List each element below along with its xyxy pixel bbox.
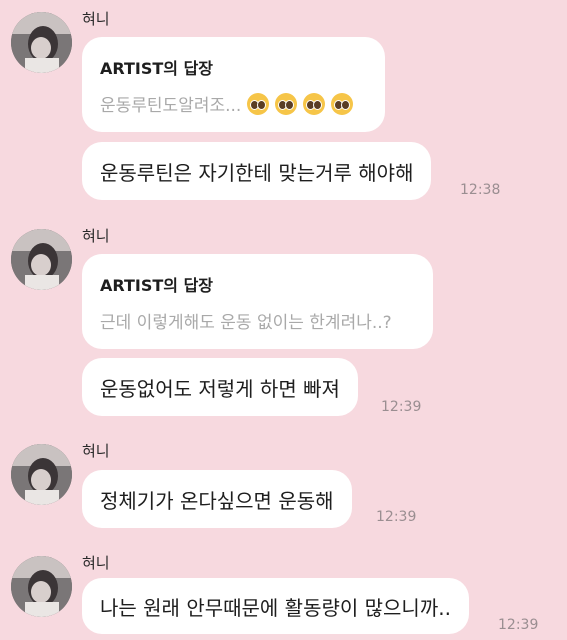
message-text: 정체기가 온다싶으면 운동해 <box>100 488 334 513</box>
reply-quote: 운동루틴도알려조... <box>100 91 367 116</box>
message-bubble[interactable]: 운동없어도 저렇게 하면 빠져 <box>82 358 358 416</box>
message-text: 운동루틴은 자기한테 맞는거루 해야해 <box>100 160 414 185</box>
pleading-face-emoji-icon <box>331 92 354 115</box>
sender-name: 혀니 <box>82 227 110 245</box>
profile-photo-icon <box>11 12 72 73</box>
message-bubble[interactable]: 정체기가 온다싶으면 운동해 <box>82 470 352 528</box>
avatar[interactable] <box>11 556 72 617</box>
pleading-face-emoji-icon <box>275 92 298 115</box>
message-text: 운동없어도 저렇게 하면 빠져 <box>100 376 340 401</box>
message-bubble[interactable]: 나는 원래 안무때문에 활동량이 많으니까.. <box>82 578 469 634</box>
reply-bubble[interactable]: ARTIST의 답장 근데 이렇게해도 운동 없이는 한계려나..? <box>82 254 433 349</box>
reply-title: ARTIST의 답장 <box>100 59 214 78</box>
sender-name: 혀니 <box>82 554 110 572</box>
message-timestamp: 12:38 <box>460 182 501 198</box>
profile-photo-icon <box>11 556 72 617</box>
avatar[interactable] <box>11 229 72 290</box>
reply-bubble[interactable]: ARTIST의 답장 운동루틴도알려조... <box>82 37 385 132</box>
sender-name: 혀니 <box>82 442 110 460</box>
pleading-face-emoji-icon <box>247 92 270 115</box>
message-timestamp: 12:39 <box>498 617 539 633</box>
pleading-face-emoji-icon <box>303 92 326 115</box>
profile-photo-icon <box>11 229 72 290</box>
reply-quote: 근데 이렇게해도 운동 없이는 한계려나..? <box>100 308 415 333</box>
sender-name: 혀니 <box>82 10 110 28</box>
message-timestamp: 12:39 <box>381 399 422 415</box>
message-timestamp: 12:39 <box>376 509 417 525</box>
reply-quote-text: 운동루틴도알려조... <box>100 96 242 116</box>
profile-photo-icon <box>11 444 72 505</box>
avatar[interactable] <box>11 12 72 73</box>
message-text: 나는 원래 안무때문에 활동량이 많으니까.. <box>100 595 451 620</box>
avatar[interactable] <box>11 444 72 505</box>
reply-quote-text: 근데 이렇게해도 운동 없이는 한계려나..? <box>100 313 392 333</box>
message-bubble[interactable]: 운동루틴은 자기한테 맞는거루 해야해 <box>82 142 432 200</box>
reply-title: ARTIST의 답장 <box>100 276 214 295</box>
